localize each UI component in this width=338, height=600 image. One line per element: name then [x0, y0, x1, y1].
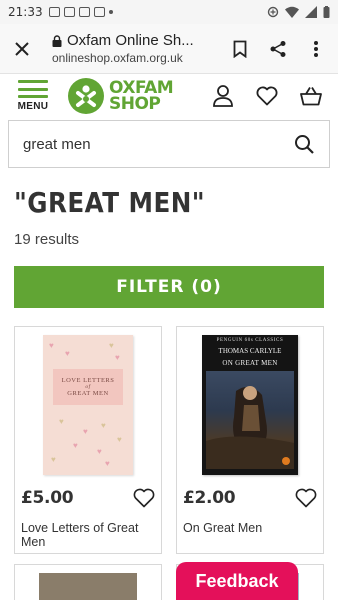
- product-price: £2.00: [183, 488, 236, 508]
- cover-title-line: GREAT MEN: [67, 390, 109, 397]
- product-card[interactable]: PENGUIN 60s CLASSICS THOMAS CARLYLE ON G…: [176, 326, 324, 554]
- browser-toolbar: Oxfam Online Sh... onlineshop.oxfam.org.…: [0, 24, 338, 74]
- add-to-wishlist-heart-icon[interactable]: [295, 487, 317, 509]
- user-icon: [213, 85, 233, 107]
- heart-icon: [256, 86, 278, 106]
- basket-icon: [300, 87, 322, 106]
- filter-button[interactable]: FILTER (0): [14, 266, 324, 308]
- basket-button[interactable]: [298, 83, 324, 109]
- url-bar[interactable]: Oxfam Online Sh... onlineshop.oxfam.org.…: [52, 32, 228, 65]
- data-saver-icon: [267, 6, 279, 18]
- product-price: £5.00: [21, 488, 74, 508]
- product-card[interactable]: [14, 564, 162, 600]
- product-grid: ♥ ♥ ♥ ♥ ♥ ♥ ♥ ♥ ♥ ♥ ♥ ♥ LOVE LETTERS of …: [14, 326, 324, 600]
- results-count: 19 results: [14, 231, 80, 248]
- battery-icon: [323, 6, 330, 18]
- product-name[interactable]: Love Letters of Great Men: [15, 509, 161, 549]
- account-button[interactable]: [210, 83, 236, 109]
- product-image[interactable]: [39, 573, 137, 600]
- search-bar: [8, 120, 330, 168]
- share-icon: [270, 40, 286, 57]
- close-tab-button[interactable]: [10, 37, 34, 61]
- search-input[interactable]: [23, 135, 291, 153]
- oxfam-shop-logo[interactable]: OXFAM SHOP: [68, 78, 174, 114]
- search-icon: [295, 135, 314, 154]
- close-icon: [15, 41, 29, 56]
- more-notifications-icon: [108, 10, 113, 14]
- signal-icon: [305, 6, 317, 18]
- cover-author: THOMAS CARLYLE: [218, 347, 282, 355]
- browser-url: onlineshop.oxfam.org.uk: [52, 51, 183, 65]
- product-image[interactable]: ♥ ♥ ♥ ♥ ♥ ♥ ♥ ♥ ♥ ♥ ♥ ♥ LOVE LETTERS of …: [15, 327, 161, 477]
- browser-menu-button[interactable]: [304, 37, 328, 61]
- notification-icon: [93, 7, 105, 17]
- search-button[interactable]: [291, 131, 317, 157]
- wishlist-button[interactable]: [254, 83, 280, 109]
- browser-page-title: Oxfam Online Sh...: [67, 32, 194, 49]
- site-header: MENU OXFAM SHOP: [0, 74, 338, 118]
- more-vert-icon: [314, 40, 318, 57]
- lock-icon: [52, 34, 62, 47]
- bookmark-icon: [233, 40, 247, 58]
- menu-button[interactable]: MENU: [16, 80, 50, 112]
- bookmark-button[interactable]: [228, 37, 252, 61]
- cover-title-line: LOVE LETTERS: [61, 377, 115, 384]
- oxfam-logo-icon: [68, 78, 104, 114]
- status-bar: 21:33: [0, 0, 338, 24]
- add-to-wishlist-heart-icon[interactable]: [133, 487, 155, 509]
- cover-series: PENGUIN 60s CLASSICS: [216, 338, 284, 343]
- wifi-icon: [285, 6, 299, 18]
- notification-icons: [48, 7, 113, 17]
- product-name[interactable]: On Great Men: [177, 509, 323, 535]
- feedback-button[interactable]: Feedback: [176, 562, 298, 600]
- product-card[interactable]: ♥ ♥ ♥ ♥ ♥ ♥ ♥ ♥ ♥ ♥ ♥ ♥ LOVE LETTERS of …: [14, 326, 162, 554]
- notification-icon: [78, 7, 90, 17]
- notification-icon: [48, 7, 60, 17]
- product-image[interactable]: PENGUIN 60s CLASSICS THOMAS CARLYLE ON G…: [177, 327, 323, 477]
- cover-painting: [206, 371, 294, 469]
- book-cover: ♥ ♥ ♥ ♥ ♥ ♥ ♥ ♥ ♥ ♥ ♥ ♥ LOVE LETTERS of …: [43, 335, 133, 475]
- book-cover: PENGUIN 60s CLASSICS THOMAS CARLYLE ON G…: [202, 335, 298, 475]
- notification-icon: [63, 7, 75, 17]
- share-button[interactable]: [266, 37, 290, 61]
- menu-label: MENU: [17, 101, 49, 112]
- hamburger-icon: [18, 80, 48, 98]
- status-time: 21:33: [8, 5, 43, 19]
- logo-text-shop: SHOP: [109, 94, 161, 114]
- cover-title: ON GREAT MEN: [222, 359, 278, 367]
- results-heading: "GREAT MEN": [14, 186, 206, 219]
